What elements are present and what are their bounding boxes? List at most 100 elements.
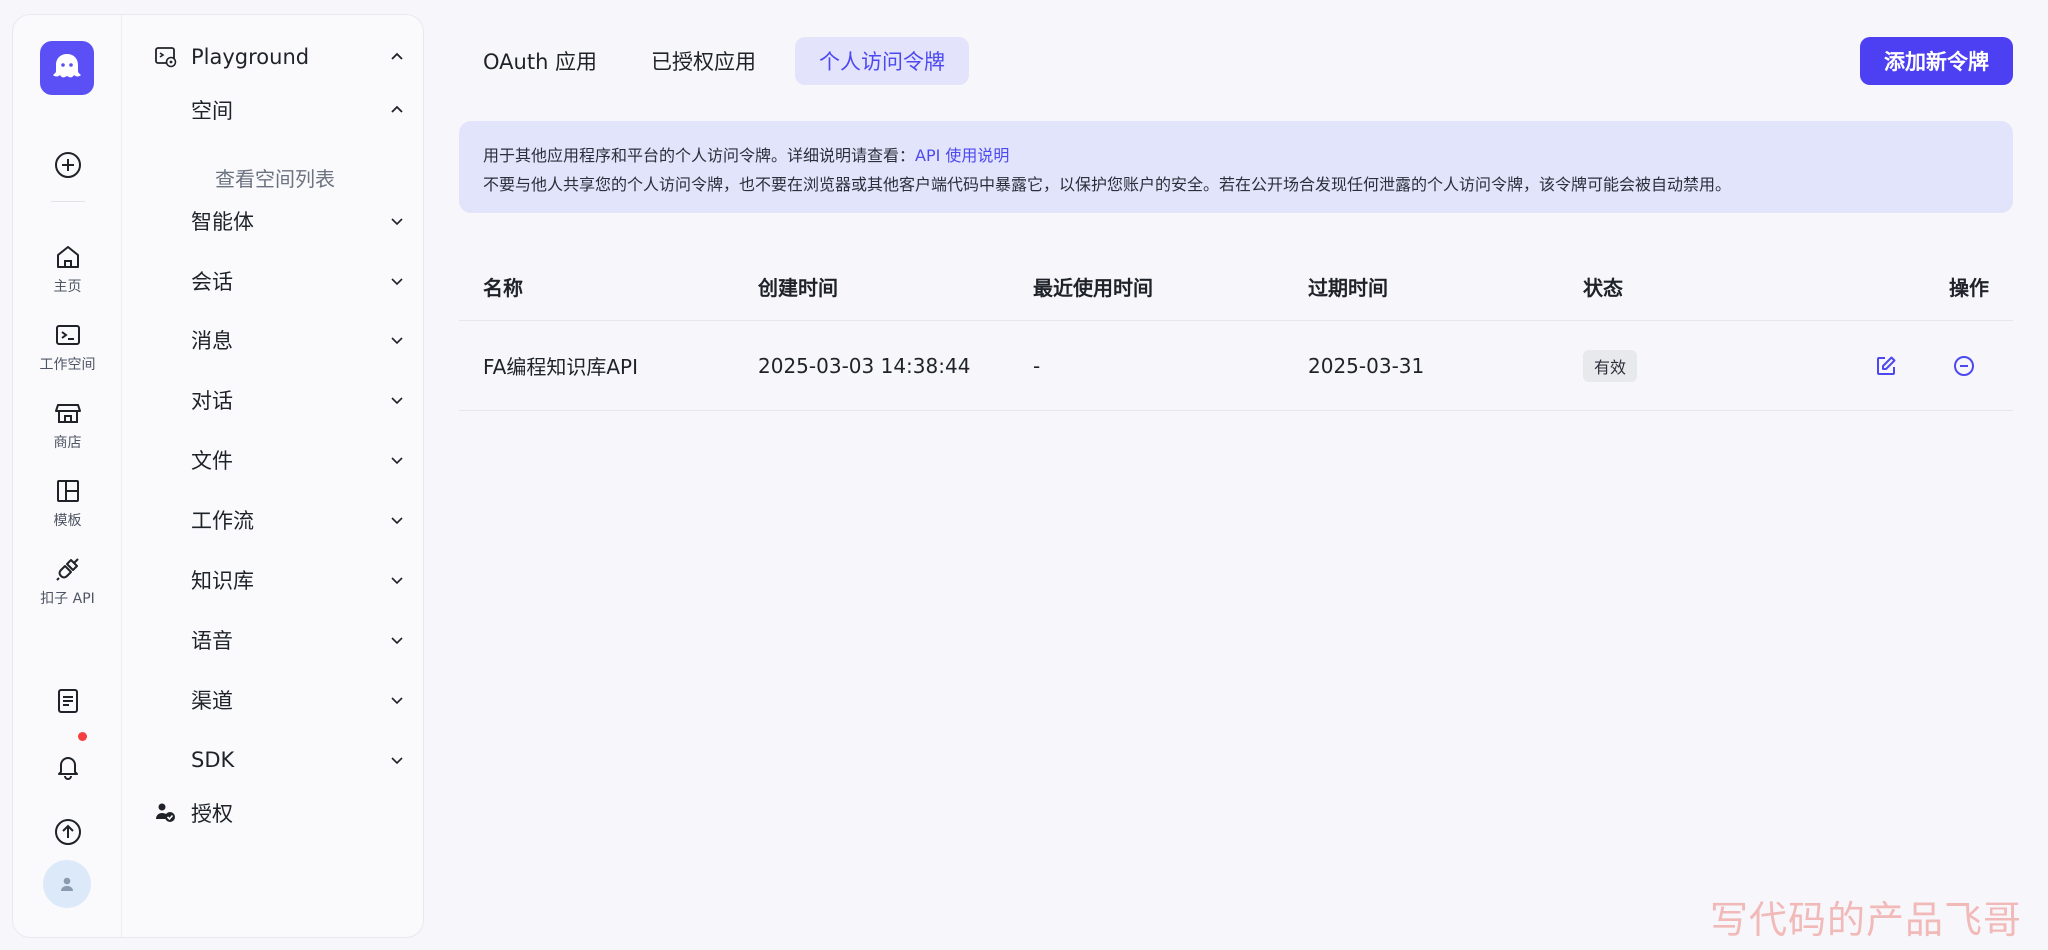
chevron-down-icon bbox=[391, 757, 403, 765]
tree-node-label: 渠道 bbox=[191, 689, 233, 713]
column-header-status: 状态 bbox=[1583, 275, 1623, 300]
tab-oauth-apps[interactable]: OAuth 应用 bbox=[459, 37, 621, 85]
rail-item-templates[interactable]: 模板 bbox=[13, 475, 122, 530]
rail-item-workspace[interactable]: 工作空间 bbox=[13, 319, 122, 374]
tab-authorized-apps[interactable]: 已授权应用 bbox=[627, 37, 780, 85]
tree-node-item[interactable]: 对话 bbox=[123, 380, 423, 420]
tree-node-item[interactable]: 语音 bbox=[123, 620, 423, 660]
avatar[interactable] bbox=[43, 860, 91, 908]
table-header: 名称 创建时间 最近使用时间 过期时间 状态 操作 bbox=[459, 252, 2013, 321]
rail-item-api[interactable]: 扣子 API bbox=[13, 553, 122, 608]
api-docs-link[interactable]: API 使用说明 bbox=[915, 146, 1009, 165]
column-header-last-used: 最近使用时间 bbox=[1033, 275, 1153, 300]
tab-personal-access-tokens[interactable]: 个人访问令牌 bbox=[795, 37, 969, 85]
tree-node-auth[interactable]: 授权 bbox=[123, 793, 423, 833]
icon-rail: 主页 工作空间 商店 模板 扣子 API bbox=[13, 15, 122, 937]
upgrade-button[interactable] bbox=[13, 816, 122, 848]
token-status: 有效 bbox=[1583, 321, 1638, 410]
chevron-down-icon bbox=[391, 517, 403, 525]
tree-node-label: 会话 bbox=[191, 270, 233, 294]
tree-subitem-space-list[interactable]: 查看空间列表 bbox=[215, 163, 335, 192]
document-icon bbox=[52, 685, 84, 717]
tree-node-item[interactable]: 消息 bbox=[123, 320, 423, 360]
tree-node-item[interactable]: 智能体 bbox=[123, 201, 423, 241]
playground-icon bbox=[155, 46, 177, 72]
token-table: 名称 创建时间 最近使用时间 过期时间 状态 操作 FA编程知识库API 202… bbox=[459, 252, 2013, 411]
chevron-down-icon bbox=[391, 697, 403, 705]
bell-icon bbox=[52, 750, 84, 782]
edit-icon[interactable] bbox=[1874, 354, 1898, 378]
chevron-down-icon bbox=[391, 218, 403, 226]
column-header-name: 名称 bbox=[483, 275, 523, 300]
tree-node-label: 工作流 bbox=[191, 509, 254, 533]
docs-button[interactable] bbox=[13, 685, 122, 717]
tree-node-label: SDK bbox=[191, 748, 235, 772]
tree-node-item[interactable]: 文件 bbox=[123, 440, 423, 480]
rail-divider bbox=[51, 201, 85, 202]
info-notice: 用于其他应用程序和平台的个人访问令牌。详细说明请查看：API 使用说明 不要与他… bbox=[459, 121, 2013, 213]
tree-node-playground[interactable]: Playground bbox=[123, 37, 423, 77]
table-row: FA编程知识库API 2025-03-03 14:38:44 - 2025-03… bbox=[459, 321, 2013, 411]
status-badge: 有效 bbox=[1583, 349, 1638, 382]
chevron-down-icon bbox=[391, 337, 403, 345]
token-expires: 2025-03-31 bbox=[1308, 353, 1425, 378]
notice-line-1: 用于其他应用程序和平台的个人访问令牌。详细说明请查看：API 使用说明 bbox=[483, 141, 1989, 170]
home-icon bbox=[52, 241, 84, 273]
notifications-button[interactable] bbox=[13, 750, 122, 782]
tree-node-item[interactable]: 知识库 bbox=[123, 560, 423, 600]
token-last-used: - bbox=[1033, 353, 1041, 378]
rail-item-label: 扣子 API bbox=[40, 591, 95, 607]
tree-node-label: 对话 bbox=[191, 389, 233, 413]
arrow-up-circle-icon bbox=[52, 816, 84, 848]
notification-dot bbox=[78, 732, 87, 741]
tree-node-label: 授权 bbox=[191, 802, 233, 826]
chevron-down-icon bbox=[391, 457, 403, 465]
column-header-expires: 过期时间 bbox=[1308, 275, 1388, 300]
main-content: OAuth 应用 已授权应用 个人访问令牌 添加新令牌 用于其他应用程序和平台的… bbox=[424, 0, 2048, 950]
chevron-up-icon bbox=[391, 52, 403, 60]
tree-node-item[interactable]: 会话 bbox=[123, 261, 423, 301]
token-name: FA编程知识库API bbox=[483, 355, 638, 379]
tree-node-label: 知识库 bbox=[191, 569, 254, 593]
rail-item-label: 商店 bbox=[53, 435, 82, 451]
tree-node-space[interactable]: 空间 bbox=[123, 90, 423, 130]
column-header-actions: 操作 bbox=[1949, 275, 1989, 300]
tree-node-label: 语音 bbox=[191, 629, 233, 653]
tree-node-label: 消息 bbox=[191, 329, 233, 353]
left-navigation: 主页 工作空间 商店 模板 扣子 API Playground 空间 查看空间列… bbox=[12, 14, 424, 938]
plug-icon bbox=[52, 553, 84, 585]
rail-item-home[interactable]: 主页 bbox=[13, 241, 122, 296]
tree-node-label: 空间 bbox=[191, 99, 233, 123]
notice-line-2: 不要与他人共享您的个人访问令牌，也不要在浏览器或其他客户端代码中暴露它，以保护您… bbox=[483, 175, 1732, 194]
layout-icon bbox=[52, 475, 84, 507]
terminal-icon bbox=[52, 319, 84, 351]
store-icon bbox=[52, 397, 84, 429]
create-button[interactable] bbox=[13, 149, 122, 181]
chevron-up-icon bbox=[391, 105, 403, 113]
tree-node-item[interactable]: SDK bbox=[123, 740, 423, 780]
chevron-down-icon bbox=[391, 637, 403, 645]
tree-node-item[interactable]: 渠道 bbox=[123, 680, 423, 720]
watermark: 写代码的产品飞哥 bbox=[1709, 898, 2022, 942]
token-created: 2025-03-03 14:38:44 bbox=[758, 353, 971, 378]
app-logo-icon[interactable] bbox=[40, 41, 94, 95]
rail-item-label: 模板 bbox=[53, 513, 82, 529]
column-header-created: 创建时间 bbox=[758, 275, 838, 300]
rail-item-label: 主页 bbox=[53, 279, 82, 295]
rail-item-label: 工作空间 bbox=[39, 357, 96, 373]
chevron-down-icon bbox=[391, 278, 403, 286]
chevron-down-icon bbox=[391, 397, 403, 405]
tree-node-label: Playground bbox=[191, 45, 310, 69]
tree-node-item[interactable]: 工作流 bbox=[123, 500, 423, 540]
notice-text: 用于其他应用程序和平台的个人访问令牌。详细说明请查看： bbox=[483, 146, 916, 165]
user-icon bbox=[61, 877, 73, 891]
tree-node-label: 文件 bbox=[191, 449, 233, 473]
auth-user-check-icon bbox=[155, 802, 177, 828]
rail-item-store[interactable]: 商店 bbox=[13, 397, 122, 452]
docs-tree: Playground 空间 查看空间列表 智能体 会话 消息 对话 文件 工作流… bbox=[123, 15, 423, 937]
tree-node-label: 智能体 bbox=[191, 210, 254, 234]
disable-icon[interactable] bbox=[1952, 354, 1976, 378]
chevron-down-icon bbox=[391, 577, 403, 585]
plus-circle-icon bbox=[52, 149, 84, 181]
add-token-button[interactable]: 添加新令牌 bbox=[1860, 37, 2013, 85]
